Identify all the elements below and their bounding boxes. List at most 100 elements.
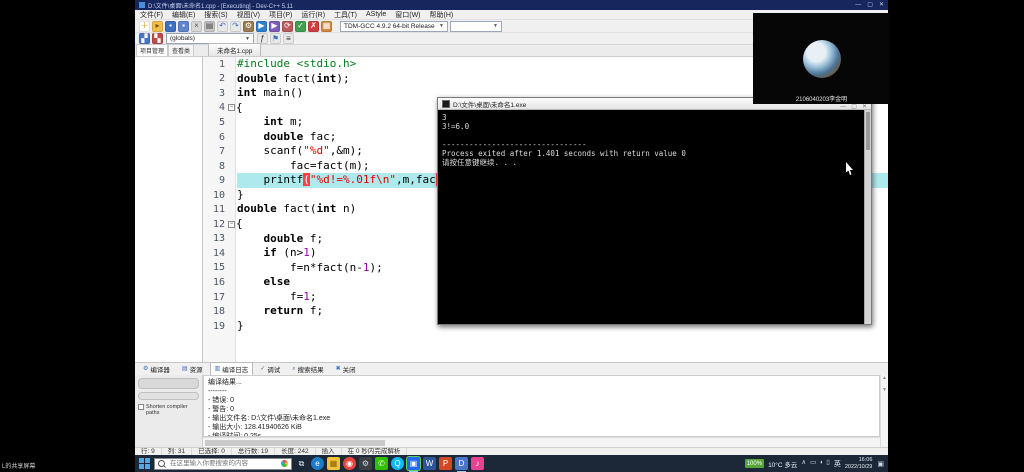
powerpoint-icon[interactable]: P [439,457,452,470]
search-input[interactable] [168,459,278,468]
search-highlights-icon[interactable] [281,460,288,467]
status-bar: 行: 9列: 31已选择: 0总行数: 19长度: 242插入在 0 秒内完成解… [135,447,888,455]
menu-item[interactable]: 工具(T) [334,10,357,20]
wechat-icon[interactable]: ✆ [375,457,388,470]
notification-center-icon[interactable]: ▣ [877,460,884,468]
compiler-select[interactable]: TDM-GCC 4.9.2 64-bit Release ▼ [340,21,448,32]
menu-item[interactable]: 搜索(S) [204,10,227,20]
open-icon[interactable]: ▸ [152,21,163,32]
bookmark-icon[interactable]: ⚑ [270,33,281,44]
minimize-icon[interactable]: — [855,0,861,10]
shorten-paths-option[interactable]: Shorten compiler paths [138,404,199,416]
meeting-icon[interactable]: ▣ [407,457,420,470]
settings-icon[interactable]: ⚙ [359,457,372,470]
task-view-icon[interactable]: ⧉ [295,457,308,470]
display-icon[interactable]: ▭ [810,460,816,467]
console-window[interactable]: D:\文件\桌面\未命名1.exe —▢✕ 33!=6.0-----------… [437,97,872,325]
tab-label: 编译器 [150,364,170,374]
taskbar-search[interactable] [154,458,292,470]
editor-tab[interactable]: 未命名1.cpp [208,43,261,56]
class-browser-icon[interactable]: ▞ [139,33,150,44]
devcpp-icon[interactable]: D [455,457,468,470]
compile-run-icon[interactable]: ▶ [269,21,280,32]
menu-item[interactable]: 帮助(H) [430,10,454,20]
line-number: 2 [203,73,227,84]
close-icon[interactable]: ✕ [879,0,884,10]
tab-label: 资源 [190,364,203,374]
fold-marker-icon[interactable]: − [228,221,235,228]
taskbar-clock[interactable]: 16:06 2022/10/29 [845,457,873,470]
build-config-select[interactable]: ▼ [450,21,502,32]
maximize-icon[interactable]: ▢ [867,0,873,10]
debug-view-icon[interactable]: ▚ [152,33,163,44]
code-token [237,115,264,128]
bottom-tab-调试[interactable]: ✓调试 [255,362,285,376]
compile-log[interactable]: 编译结果...--------- 错误: 0- 警告: 0- 输出文件名: D:… [203,375,880,437]
bottom-tab-编译日志[interactable]: ▥编译日志 [210,362,254,376]
debug-icon[interactable]: ✓ [295,21,306,32]
webcam-overlay[interactable]: 2106040203李金明 [753,13,890,104]
new-file-icon[interactable]: ＋ [139,21,150,32]
edge-icon[interactable]: e [311,457,324,470]
file-explorer-icon[interactable]: ▦ [327,457,340,470]
menu-item[interactable]: 项目(P) [269,10,292,20]
fold-marker-icon[interactable]: − [228,104,235,111]
bottom-tab-关闭[interactable]: ✖关闭 [331,362,361,376]
chrome-icon[interactable]: ◉ [343,457,356,470]
line-number: 17 [203,292,227,303]
music-icon[interactable]: ♪ [471,457,484,470]
sidebar-tab[interactable]: 项目管理 [136,44,168,56]
redo-icon[interactable]: ↷ [230,21,241,32]
stop-icon[interactable]: ✗ [308,21,319,32]
abort-compile-button[interactable] [138,378,199,389]
project-panel[interactable] [135,57,203,362]
battery-percent-badge[interactable]: 100% [745,459,764,468]
shorten-paths-checkbox[interactable] [138,404,144,410]
word-icon[interactable]: W [423,457,436,470]
menu-item[interactable]: 运行(R) [301,10,325,20]
tab-label: 关闭 [343,364,356,374]
bottom-tab-搜索结果[interactable]: ⌕搜索结果 [287,362,328,376]
bottom-tab-资源[interactable]: ▤资源 [177,362,208,376]
weather-widget[interactable]: 10°C 多云 [768,459,797,469]
sidebar-tab[interactable]: 查看类 [168,44,194,56]
close-file-icon[interactable]: × [191,21,202,32]
rebuild-all-icon[interactable]: ⟳ [282,21,293,32]
line-number: 4 [203,102,227,113]
battery-icon[interactable]: ▯ [826,460,830,467]
print-icon[interactable]: ▤ [204,21,215,32]
hidden-icons-caret[interactable]: ∧ [801,460,806,467]
menu-item[interactable]: 视图(V) [237,10,260,20]
minimize-icon[interactable]: — [840,104,846,110]
code-token: #include <stdio.h> [237,57,356,70]
ime-indicator[interactable]: 英 [834,459,841,469]
insert-snippet-icon[interactable]: ≡ [283,33,294,44]
participant-name: 2106040203李金明 [796,94,847,103]
scrollbar-thumb[interactable] [866,112,870,150]
log-horizontal-scrollbar[interactable] [203,437,880,447]
maximize-icon[interactable]: ▢ [851,104,857,110]
start-button[interactable] [138,457,151,470]
save-all-icon[interactable]: ▪ [178,21,189,32]
profile-icon[interactable]: ▦ [321,21,332,32]
volume-icon[interactable]: ◖ [819,460,823,467]
search-icon [158,460,165,467]
code-token: main() [257,86,303,99]
menu-item[interactable]: AStyle [366,11,386,18]
menu-item[interactable]: 文件(F) [140,10,163,20]
menu-item[interactable]: 编辑(E) [172,10,195,20]
save-icon[interactable]: ▪ [165,21,176,32]
bottom-tab-编译器[interactable]: ⚙编译器 [138,362,175,376]
console-scrollbar[interactable] [864,110,871,324]
run-icon[interactable]: ▶ [256,21,267,32]
log-vertical-scrollbar[interactable]: ▲▼ [880,375,888,447]
close-icon[interactable]: ✕ [862,104,867,110]
menu-item[interactable]: 窗口(W) [395,10,420,20]
compile-icon[interactable]: ⚙ [243,21,254,32]
scrollbar-thumb[interactable] [205,440,385,446]
console-output[interactable]: 33!=6.0--------------------------------P… [438,110,864,324]
devcpp-titlebar[interactable]: D:\文件\桌面\未命名1.cpp - [Executing] - Dev-C+… [135,0,888,10]
undo-icon[interactable]: ↶ [217,21,228,32]
qq-icon[interactable]: Q [391,457,404,470]
console-line: 3!=6.0 [442,122,860,131]
